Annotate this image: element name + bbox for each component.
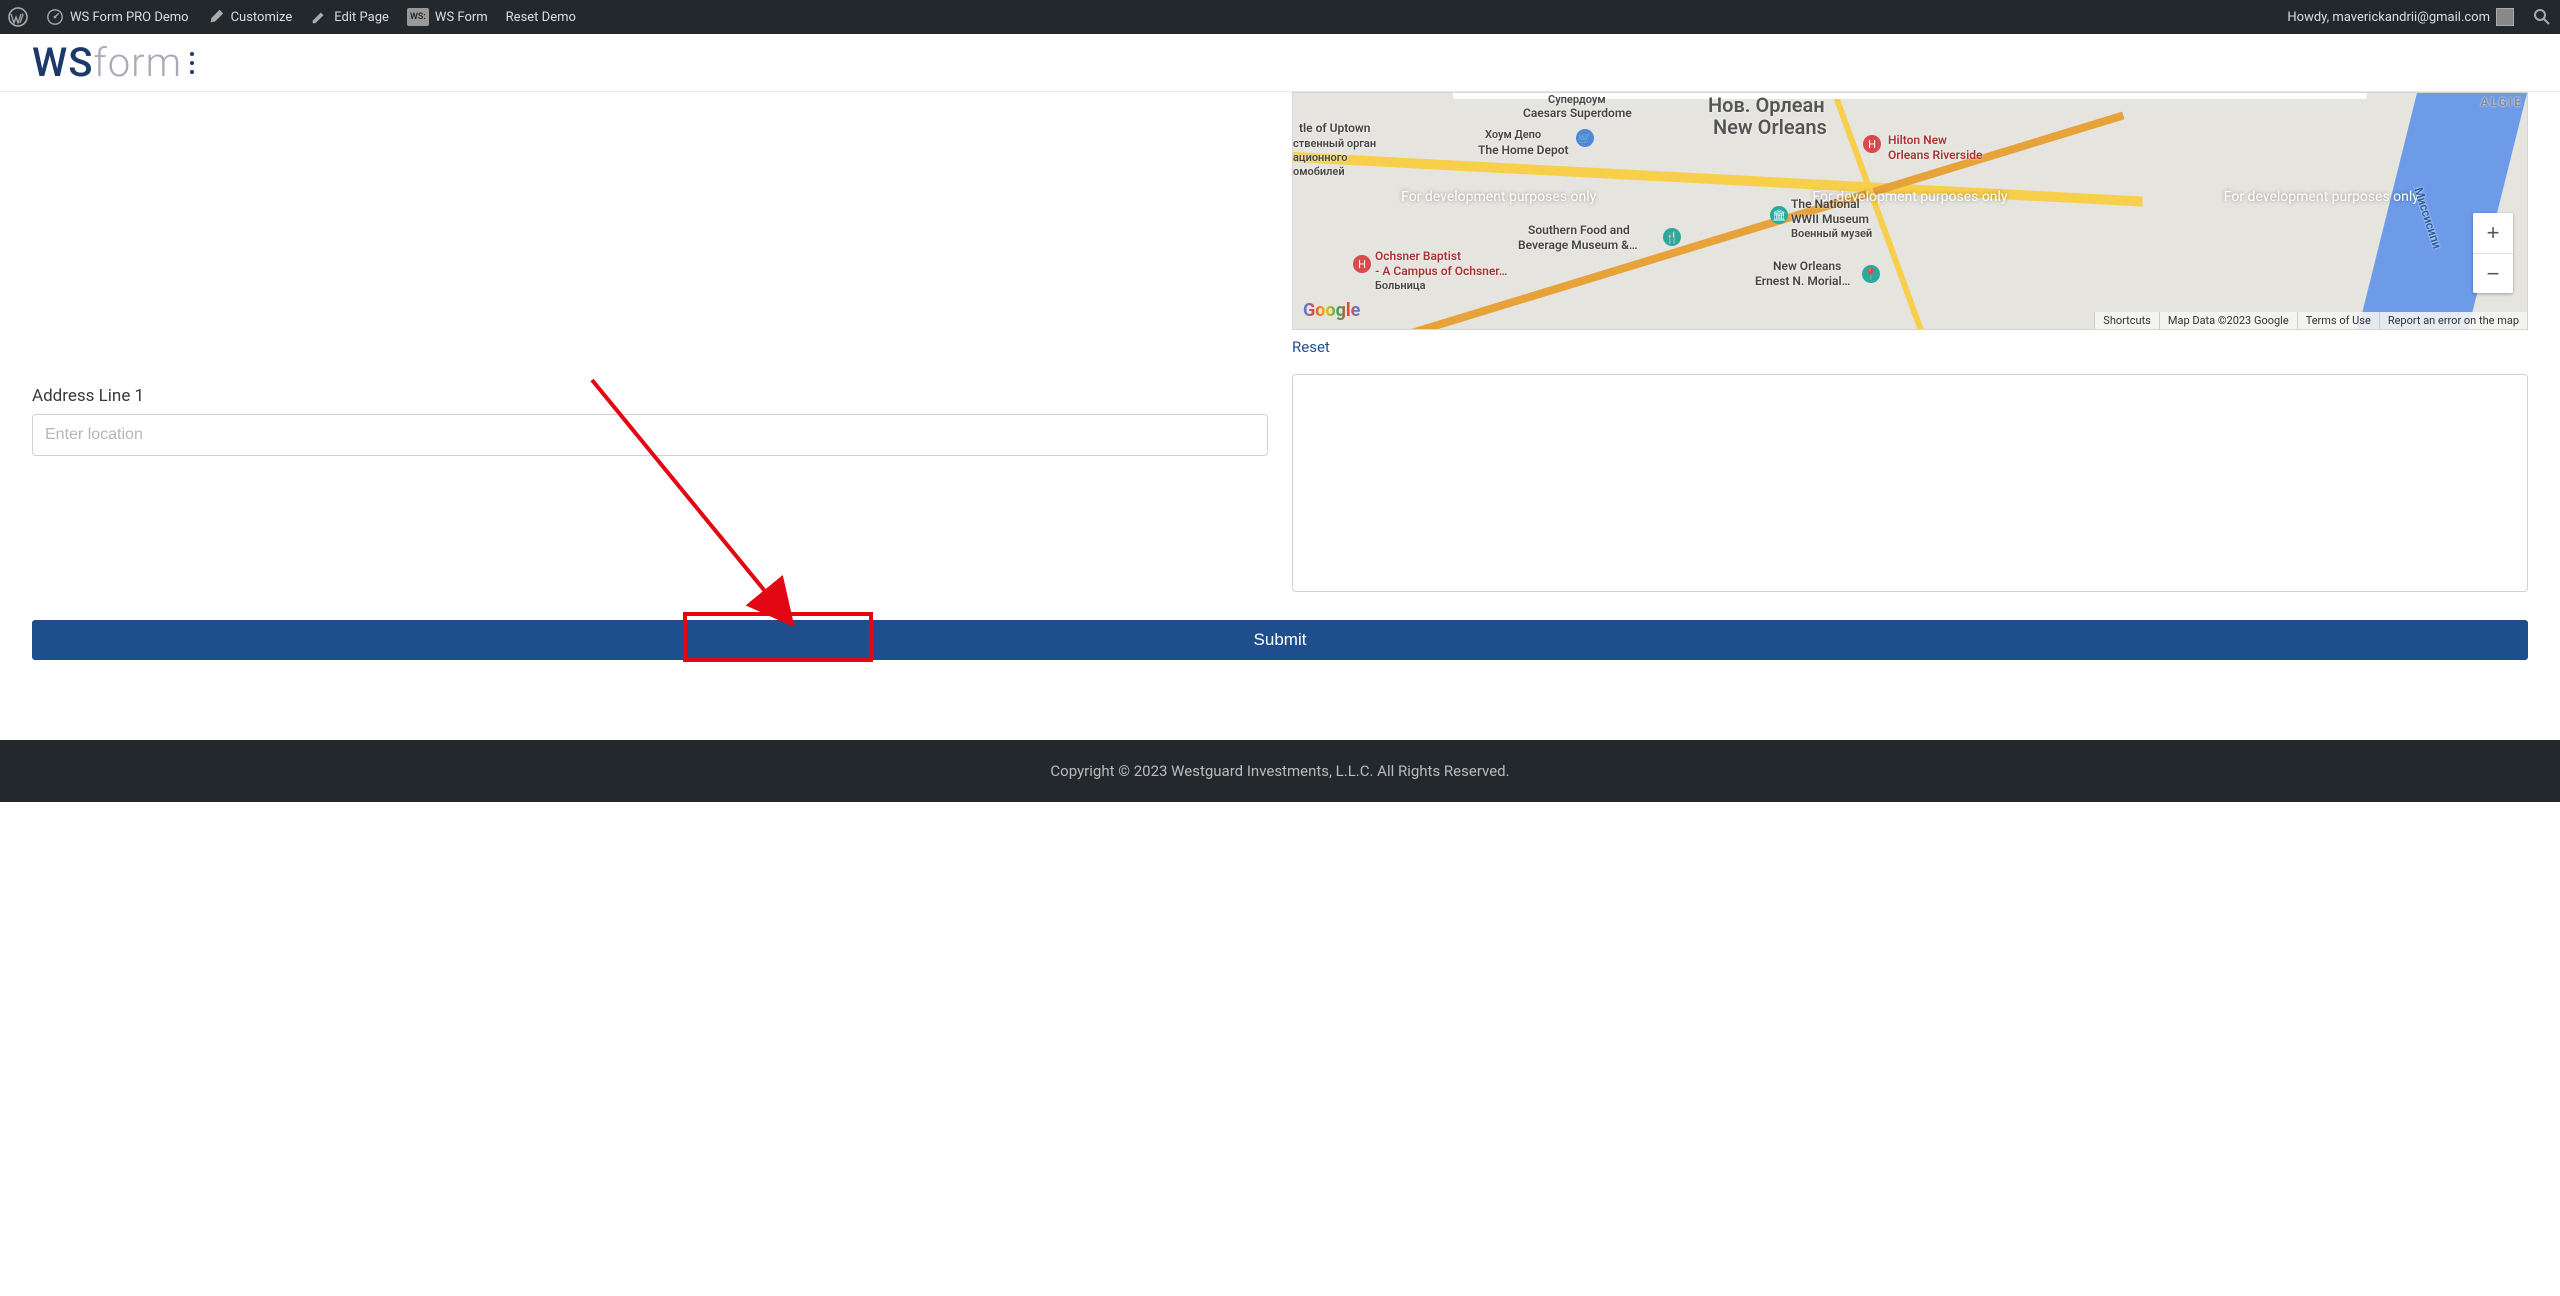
- adminbar-ws-form[interactable]: WS: WS Form: [407, 8, 488, 26]
- map-label-superdome: Caesars Superdome: [1523, 106, 1632, 120]
- map-label-uptown: tle of Uptown: [1299, 121, 1371, 135]
- footer-copyright: Copyright © 2023 Westguard Investments, …: [1050, 762, 1509, 780]
- map-label-uptown-ru-1: ственный орган: [1293, 137, 1376, 150]
- wsform-badge-icon: WS:: [407, 8, 429, 26]
- map-label-wwii-1: The National: [1791, 197, 1860, 211]
- map-pin-icon: 🛒: [1576, 129, 1594, 147]
- map-label-algie: ALGIE: [2480, 95, 2523, 109]
- wp-logo-icon[interactable]: [8, 7, 28, 27]
- map-label-hilton-1: Hilton New: [1888, 133, 1947, 147]
- map-pin-icon: H: [1353, 255, 1371, 273]
- map-label-wwii-ru: Военный музей: [1791, 227, 1872, 240]
- site-footer: Copyright © 2023 Westguard Investments, …: [0, 740, 2560, 802]
- map-road: [1292, 112, 2125, 330]
- map-surface[interactable]: tle of Uptown ственный орган ационного о…: [1292, 92, 2528, 330]
- map-pin-icon: H: [1863, 135, 1881, 153]
- map-pin-icon: 🏛: [1770, 206, 1788, 224]
- map-label-city: New Orleans: [1713, 115, 1827, 139]
- adminbar-site-name-text: WS Form PRO Demo: [70, 10, 189, 25]
- map-road: [1292, 149, 2143, 206]
- google-logo: Google: [1303, 300, 1360, 321]
- map-label-ochsner-ru: Больница: [1375, 279, 1425, 292]
- map-label-uptown-ru-2: ационного: [1293, 151, 1348, 164]
- adminbar-customize-text: Customize: [231, 10, 293, 25]
- pencil-icon: [310, 8, 328, 26]
- map-data-link[interactable]: Map Data ©2023 Google: [2159, 312, 2297, 329]
- map-label-ochsner-2: - A Campus of Ochsner…: [1375, 264, 1507, 278]
- avatar-icon: [2496, 8, 2514, 26]
- adminbar-site-name[interactable]: WS Form PRO Demo: [46, 8, 189, 26]
- adminbar-search[interactable]: [2532, 7, 2552, 27]
- map-label-superdome-ru: Супердоум: [1548, 93, 1606, 106]
- map-label-morial-2: Ernest N. Morial…: [1755, 274, 1850, 288]
- map-label-wwii-2: WWII Museum: [1791, 212, 1869, 226]
- site-logo[interactable]: WSform: [32, 39, 194, 86]
- adminbar-reset-demo[interactable]: Reset Demo: [506, 10, 576, 25]
- site-header: WSform: [0, 34, 2560, 92]
- wp-admin-bar: WS Form PRO Demo Customize Edit Page WS:…: [0, 0, 2560, 34]
- map-label-southern-2: Beverage Museum &…: [1518, 238, 1638, 252]
- adminbar-ws-form-text: WS Form: [435, 10, 488, 25]
- notes-textarea[interactable]: [1292, 374, 2528, 592]
- map-report-link[interactable]: Report an error on the map: [2379, 312, 2527, 329]
- map-label-homedepot: The Home Depot: [1478, 143, 1569, 157]
- adminbar-edit-page-text: Edit Page: [334, 10, 389, 25]
- adminbar-howdy-text: Howdy, maverickandrii@gmail.com: [2287, 10, 2490, 25]
- submit-wrapper: Submit: [32, 620, 2528, 660]
- map-pin-icon: 🍴: [1663, 228, 1681, 246]
- adminbar-edit-page[interactable]: Edit Page: [310, 8, 389, 26]
- logo-dots-icon: [190, 52, 194, 74]
- map-reset-link[interactable]: Reset: [1292, 338, 1330, 356]
- address-line-1-label: Address Line 1: [32, 386, 1268, 406]
- adminbar-customize[interactable]: Customize: [207, 8, 293, 26]
- map-attribution: Shortcuts Map Data ©2023 Google Terms of…: [2094, 312, 2527, 329]
- map-river: [2358, 93, 2527, 329]
- adminbar-howdy[interactable]: Howdy, maverickandrii@gmail.com: [2287, 8, 2514, 26]
- address-line-1-input[interactable]: [32, 414, 1268, 456]
- map-label-city-ru: Нов. Орлеан: [1708, 93, 1825, 117]
- map-label-uptown-ru-3: омобилей: [1293, 165, 1345, 178]
- form-right-column: tle of Uptown ственный орган ационного о…: [1292, 92, 2528, 596]
- map-zoom-in-button[interactable]: +: [2473, 213, 2513, 253]
- submit-button[interactable]: Submit: [32, 620, 2528, 660]
- form-left-column: Address Line 1: [32, 92, 1268, 596]
- map-label-hilton-2: Orleans Riverside: [1888, 148, 1982, 162]
- map-zoom-controls: + −: [2473, 213, 2513, 293]
- map-label-southern-1: Southern Food and: [1528, 223, 1630, 237]
- map-terms-link[interactable]: Terms of Use: [2297, 312, 2379, 329]
- map-label-morial-1: New Orleans: [1773, 259, 1841, 273]
- map-label-ochsner-1: Ochsner Baptist: [1375, 249, 1461, 263]
- page-content: Address Line 1 tle of Uptown ственный ор…: [0, 92, 2560, 700]
- dashboard-icon: [46, 8, 64, 26]
- search-icon: [2532, 7, 2552, 27]
- map-zoom-out-button[interactable]: −: [2473, 253, 2513, 293]
- map-shortcuts-link[interactable]: Shortcuts: [2094, 312, 2159, 329]
- brush-icon: [207, 8, 225, 26]
- map-pin-icon: 📍: [1862, 265, 1880, 283]
- map-label-homedepot-ru: Хоум Депо: [1485, 128, 1541, 141]
- google-map[interactable]: tle of Uptown ственный орган ационного о…: [1292, 92, 2528, 356]
